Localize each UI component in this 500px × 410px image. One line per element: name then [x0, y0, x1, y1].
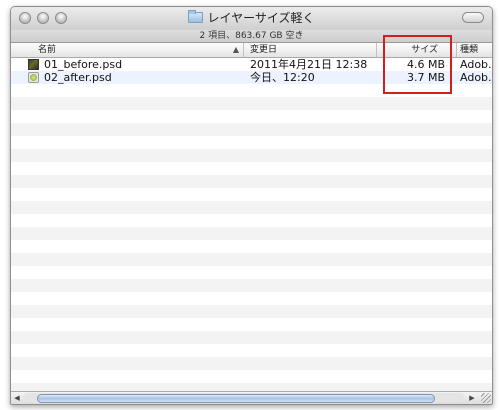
empty-row-stripe [11, 201, 492, 214]
file-name: 01_before.psd [44, 58, 123, 71]
window-title-area: レイヤーサイズ軽く [11, 10, 492, 25]
empty-row-stripe [11, 175, 492, 188]
column-header-name-label: 名前 [38, 45, 57, 55]
scroll-left-arrow-icon[interactable]: ◀ [12, 392, 22, 404]
empty-row-stripe [11, 149, 492, 162]
window-title: レイヤーサイズ軽く [207, 11, 315, 25]
sort-ascending-icon: ▲ [232, 45, 239, 54]
scroll-right-arrow-icon[interactable]: ▶ [467, 392, 477, 404]
empty-row-stripe [11, 305, 492, 318]
file-kind: Adob. [460, 58, 492, 71]
column-header-kind[interactable]: 種類 [457, 43, 492, 57]
file-name: 02_after.psd [44, 71, 112, 84]
size-column-highlight [383, 35, 452, 94]
file-date: 今日、12:20 [250, 71, 315, 84]
empty-row-stripe [11, 123, 492, 136]
empty-row-stripe [11, 279, 492, 292]
column-header-kind-label: 種類 [460, 45, 479, 55]
folder-icon [188, 10, 204, 23]
file-kind: Adob. [460, 71, 492, 84]
column-header-date-label: 変更日 [250, 45, 278, 55]
toolbar-toggle-button[interactable] [462, 12, 484, 23]
psd-file-icon [28, 59, 39, 70]
file-list: 01_before.psd 2011年4月21日 12:38 4.6 MB Ad… [11, 58, 492, 391]
resize-grip-icon[interactable] [481, 393, 491, 403]
empty-row-stripe [11, 97, 492, 110]
column-header-name[interactable]: 名前 ▲ [11, 43, 244, 57]
empty-row-stripe [11, 383, 492, 391]
title-bar[interactable]: レイヤーサイズ軽く [11, 7, 492, 30]
column-header-date[interactable]: 変更日 [244, 43, 377, 57]
empty-row-stripe [11, 253, 492, 266]
scroll-track[interactable] [23, 393, 465, 403]
psd-file-icon [28, 72, 39, 83]
empty-row-stripe [11, 331, 492, 344]
empty-row-stripe [11, 357, 492, 370]
file-date: 2011年4月21日 12:38 [250, 58, 368, 71]
scroll-thumb[interactable] [37, 394, 435, 403]
empty-row-stripe [11, 227, 492, 240]
horizontal-scrollbar[interactable]: ◀ ▶ [11, 391, 492, 404]
